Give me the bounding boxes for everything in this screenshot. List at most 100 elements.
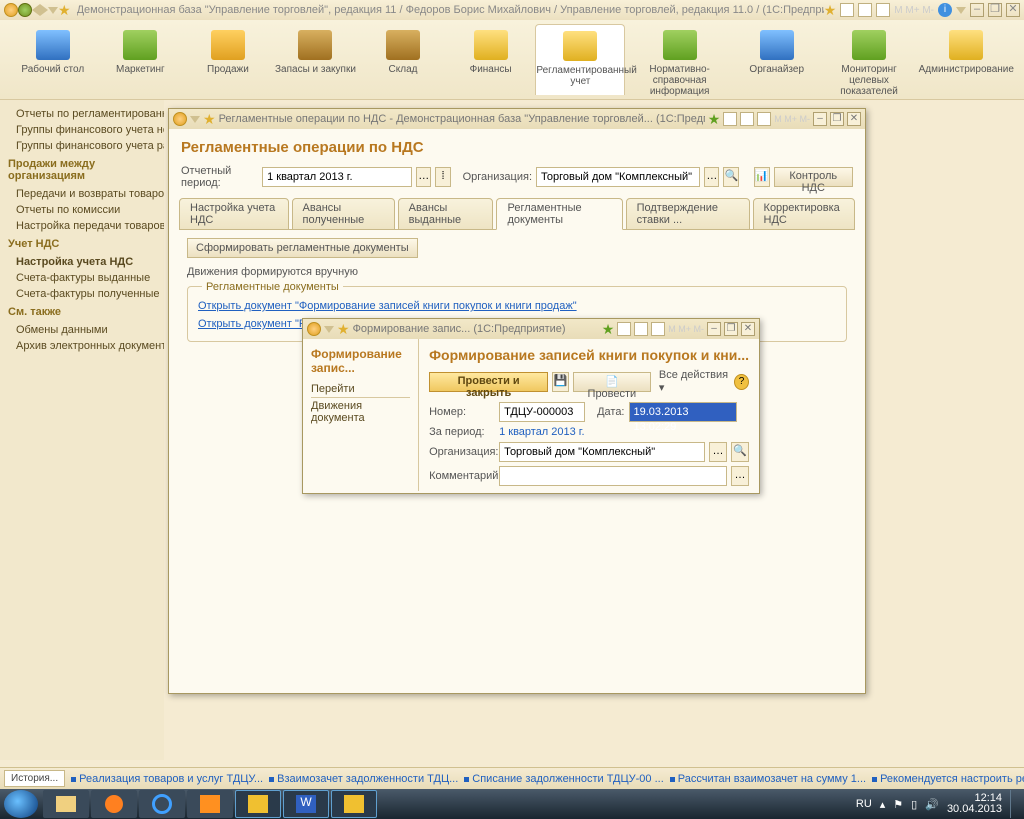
post-and-close-button[interactable]: Провести и закрыть: [429, 372, 548, 392]
period-stepper-button[interactable]: ⁞: [435, 167, 450, 187]
tb-stock[interactable]: Запасы и закупки: [273, 24, 359, 95]
task-ie[interactable]: [139, 790, 185, 818]
side-movements[interactable]: Движения документа: [311, 398, 410, 426]
nav-item[interactable]: Передачи и возвраты товаров: [0, 186, 164, 202]
minimize-button[interactable]: –: [813, 112, 827, 126]
period-input[interactable]: [262, 167, 412, 187]
tab-vat-correction[interactable]: Корректировка НДС: [753, 198, 855, 230]
favorite-icon[interactable]: ★: [337, 321, 350, 338]
report-icon[interactable]: 📊: [754, 167, 770, 187]
restore-button[interactable]: ❐: [724, 322, 738, 336]
tb-refinfo[interactable]: Нормативно-справочная информация: [627, 24, 732, 95]
nav-dropdown-icon[interactable]: [48, 7, 58, 14]
save-icon[interactable]: 💾: [552, 372, 569, 392]
restore-button[interactable]: ❐: [830, 112, 844, 126]
comment-input[interactable]: [499, 466, 727, 486]
start-button[interactable]: [4, 790, 38, 818]
nav-item[interactable]: Обмены данными: [0, 322, 164, 338]
tab-vat-settings[interactable]: Настройка учета НДС: [179, 198, 289, 230]
history-link[interactable]: Рассчитан взаимозачет на сумму 1...: [670, 773, 866, 785]
tool-icon[interactable]: [723, 112, 737, 126]
tray-volume-icon[interactable]: 🔊: [925, 798, 939, 811]
tb-sales[interactable]: Продажи: [185, 24, 271, 95]
nav-item[interactable]: Архив электронных документов: [0, 338, 164, 354]
date-input[interactable]: 19.03.2013 13:02:29: [629, 402, 737, 422]
tb-admin[interactable]: Администрирование: [919, 24, 1014, 95]
nav-item[interactable]: Группы финансового учета номенкл: [0, 122, 164, 138]
minimize-button[interactable]: –: [970, 3, 984, 17]
task-1c-1[interactable]: [235, 790, 281, 818]
nav-fwd-icon[interactable]: [40, 4, 48, 16]
tab-advances-paid[interactable]: Авансы выданные: [398, 198, 494, 230]
favorite-icon[interactable]: ★: [58, 2, 71, 19]
all-actions-menu[interactable]: Все действия ▾: [659, 369, 730, 394]
close-button[interactable]: ✕: [741, 322, 755, 336]
tool-icon[interactable]: [740, 112, 754, 126]
comment-expand-button[interactable]: …: [731, 466, 749, 486]
minimize-button[interactable]: –: [707, 322, 721, 336]
org-search-button[interactable]: 🔍: [723, 167, 739, 187]
tab-rate-confirm[interactable]: Подтверждение ставки ...: [626, 198, 750, 230]
task-outlook[interactable]: [187, 790, 233, 818]
open-doc-link-1[interactable]: Открыть документ "Формирование записей к…: [198, 297, 836, 315]
close-button[interactable]: ✕: [847, 112, 861, 126]
menu-dropdown-icon[interactable]: [190, 116, 200, 123]
tool-icon-2[interactable]: [858, 3, 872, 17]
task-media[interactable]: [91, 790, 137, 818]
tb-monitor[interactable]: Мониторинг целевых показателей: [822, 24, 917, 95]
tool-icon-1[interactable]: [840, 3, 854, 17]
tab-advances-received[interactable]: Авансы полученные: [292, 198, 395, 230]
task-1c-2[interactable]: [331, 790, 377, 818]
tray-network-icon[interactable]: ▯: [911, 798, 917, 811]
help-icon[interactable]: ?: [734, 374, 749, 390]
org-search-button[interactable]: 🔍: [731, 442, 749, 462]
task-word[interactable]: W: [283, 790, 329, 818]
tb-desktop[interactable]: Рабочий стол: [10, 24, 96, 95]
tray-flag-icon[interactable]: ⚑: [893, 798, 903, 811]
tab-reg-docs[interactable]: Регламентные документы: [496, 198, 622, 230]
tool-icon-3[interactable]: [876, 3, 890, 17]
nav-item[interactable]: Счета-фактуры выданные: [0, 270, 164, 286]
menu-dropdown-icon[interactable]: [324, 326, 334, 333]
close-button[interactable]: ✕: [1006, 3, 1020, 17]
nav-item-active[interactable]: Настройка учета НДС: [0, 254, 164, 270]
nav-item[interactable]: Счета-фактуры полученные: [0, 286, 164, 302]
tool-icon[interactable]: [617, 322, 631, 336]
nav-item[interactable]: Отчеты по комиссии: [0, 202, 164, 218]
menu-icon[interactable]: [18, 3, 32, 17]
control-vat-button[interactable]: Контроль НДС: [774, 167, 854, 187]
history-link[interactable]: Взаимозачет задолженности ТДЦ...: [269, 773, 458, 785]
fav-icon[interactable]: ★: [708, 111, 721, 128]
show-desktop-button[interactable]: [1010, 790, 1018, 818]
tb-regaccount[interactable]: Регламентированный учет: [535, 24, 625, 95]
number-input[interactable]: [499, 402, 585, 422]
fav2-icon[interactable]: ★: [824, 2, 837, 19]
org-picker-button[interactable]: …: [709, 442, 727, 462]
tb-organizer[interactable]: Органайзер: [734, 24, 820, 95]
nav-item[interactable]: Группы финансового учета расчето: [0, 138, 164, 154]
side-goto[interactable]: Перейти: [311, 381, 410, 398]
help-dropdown-icon[interactable]: [956, 7, 966, 14]
restore-button[interactable]: ❐: [988, 3, 1002, 17]
tool-icon[interactable]: [634, 322, 648, 336]
history-link[interactable]: Списание задолженности ТДЦУ-00 ...: [464, 773, 663, 785]
clock-date[interactable]: 30.04.2013: [947, 804, 1002, 815]
history-link[interactable]: Реализация товаров и услуг ТДЦУ...: [71, 773, 263, 785]
task-explorer[interactable]: [43, 790, 89, 818]
fav-icon[interactable]: ★: [602, 321, 615, 338]
tray-up-icon[interactable]: ▴: [880, 798, 886, 811]
tb-marketing[interactable]: Маркетинг: [98, 24, 184, 95]
nav-item[interactable]: Настройка передачи товаров: [0, 218, 164, 234]
help-icon[interactable]: i: [938, 3, 952, 17]
nav-item[interactable]: Отчеты по регламентированному уч: [0, 106, 164, 122]
post-button[interactable]: 📄 Провести: [573, 372, 651, 392]
tb-finance[interactable]: Финансы: [448, 24, 534, 95]
period-picker-button[interactable]: …: [416, 167, 431, 187]
nav-back-icon[interactable]: [32, 4, 40, 16]
history-link[interactable]: Рекомендуется настроить резерв...: [872, 773, 1024, 785]
org-input[interactable]: [499, 442, 705, 462]
tool-icon[interactable]: [757, 112, 771, 126]
history-button[interactable]: История...: [4, 770, 65, 787]
language-indicator[interactable]: RU: [856, 798, 872, 810]
org-input[interactable]: [536, 167, 700, 187]
